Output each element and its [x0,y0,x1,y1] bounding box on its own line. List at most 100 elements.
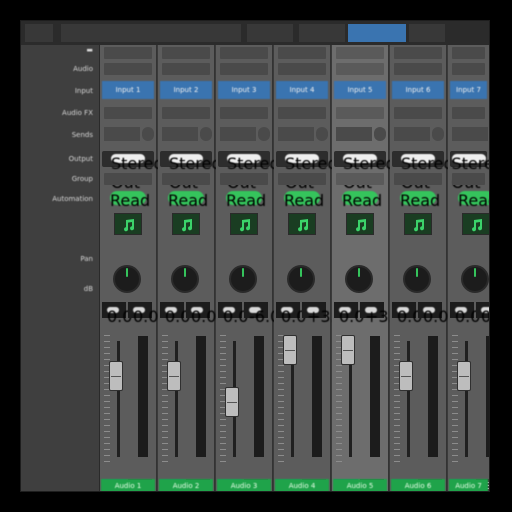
channel-strip[interactable]: Input 1Stereo OutRead0.00.0MSAudio 1 [100,45,163,491]
send-slot[interactable] [104,127,140,141]
send-knob[interactable] [258,127,270,141]
volume-fader[interactable] [399,360,413,391]
send-knob[interactable] [316,127,328,141]
send-slot[interactable] [278,127,314,141]
channel-strip[interactable]: Input 6Stereo OutRead0.00.0MSAudio 6 [390,45,453,491]
input-selector[interactable]: Input 3 [218,81,270,99]
instrument-button[interactable] [114,213,142,235]
automation-mode[interactable]: Read [400,191,440,210]
send-knob[interactable] [200,127,212,141]
audio-fx-slot[interactable] [162,107,210,119]
toolbar-button-selected[interactable] [348,24,406,42]
setting-slot[interactable] [394,47,442,59]
automation-mode[interactable]: Read [168,191,208,210]
toolbar-button[interactable] [247,24,293,42]
volume-fader[interactable] [109,360,123,391]
track-name[interactable]: Audio 1 [101,479,155,491]
output-selector[interactable]: Stereo Out [334,151,395,192]
group-slot[interactable] [162,173,210,185]
group-slot[interactable] [336,173,384,185]
audio-fx-slot[interactable] [452,107,485,119]
automation-mode[interactable]: Read [110,191,150,210]
channel-strip[interactable]: Input 7Stereo OutRead0.00.0MSAudio 7 [448,45,489,491]
track-name[interactable]: Audio 4 [275,479,329,491]
eq-slot[interactable] [278,63,326,75]
toolbar-button[interactable] [409,24,445,42]
pan-knob[interactable] [113,265,141,293]
input-selector[interactable]: Input 5 [334,81,386,99]
send-slot[interactable] [394,127,430,141]
automation-mode[interactable]: Read [284,191,324,210]
setting-slot[interactable] [162,47,210,59]
audio-fx-slot[interactable] [104,107,152,119]
instrument-button[interactable] [230,213,258,235]
track-name[interactable]: Audio 5 [333,479,387,491]
volume-fader[interactable] [167,360,181,391]
audio-fx-slot[interactable] [394,107,442,119]
input-selector[interactable]: Input 2 [160,81,212,99]
output-selector[interactable]: Stereo Out [218,151,279,192]
pan-knob[interactable] [287,265,315,293]
instrument-button[interactable] [346,213,374,235]
eq-slot[interactable] [220,63,268,75]
automation-mode[interactable]: Read [226,191,266,210]
input-selector[interactable]: Input 7 [450,81,487,99]
pan-knob[interactable] [461,265,489,293]
track-name[interactable]: Audio 6 [391,479,445,491]
setting-slot[interactable] [104,47,152,59]
audio-fx-slot[interactable] [336,107,384,119]
send-slot[interactable] [162,127,198,141]
output-selector[interactable]: Stereo Out [450,151,489,192]
group-slot[interactable] [278,173,326,185]
send-slot[interactable] [452,127,488,141]
group-slot[interactable] [394,173,442,185]
channel-strip[interactable]: Input 4Stereo OutRead0.0+3.0MSAudio 4 [274,45,346,491]
pan-knob[interactable] [171,265,199,293]
automation-mode[interactable]: Read [458,191,489,210]
send-knob[interactable] [374,127,386,141]
toolbar-button[interactable] [299,24,345,42]
volume-fader[interactable] [225,387,239,418]
pan-knob[interactable] [229,265,257,293]
eq-slot[interactable] [394,63,442,75]
input-selector[interactable]: Input 1 [102,81,154,99]
pan-knob[interactable] [345,265,373,293]
send-slot[interactable] [220,127,256,141]
eq-slot[interactable] [336,63,384,75]
output-selector[interactable]: Stereo Out [276,151,337,192]
send-knob[interactable] [432,127,444,141]
channel-strip[interactable]: Input 3Stereo OutRead0.0-6.0MSAudio 3 [216,45,280,491]
instrument-button[interactable] [404,213,432,235]
input-selector[interactable]: Input 6 [392,81,444,99]
eq-slot[interactable] [162,63,210,75]
instrument-button[interactable] [172,213,200,235]
track-name[interactable]: Audio 2 [159,479,213,491]
audio-fx-slot[interactable] [278,107,326,119]
instrument-button[interactable] [462,213,489,235]
group-slot[interactable] [104,173,152,185]
volume-fader[interactable] [457,360,471,391]
instrument-button[interactable] [288,213,316,235]
eq-slot[interactable] [452,63,485,75]
output-selector[interactable]: Stereo Out [392,151,453,192]
send-knob[interactable] [142,127,154,141]
setting-slot[interactable] [278,47,326,59]
automation-mode[interactable]: Read [342,191,382,210]
volume-fader[interactable] [341,335,355,365]
volume-fader[interactable] [283,335,297,365]
group-slot[interactable] [452,173,485,185]
channel-strip[interactable]: Input 2Stereo OutRead0.00.0MSAudio 2 [158,45,221,491]
eq-slot[interactable] [104,63,152,75]
output-selector[interactable]: Stereo Out [102,151,163,192]
channel-strip[interactable]: Input 5Stereo OutRead0.0+3.0MSAudio 5 [332,45,404,491]
track-name[interactable]: Audio 3 [217,479,271,491]
toolbar-button[interactable] [25,24,53,42]
track-name[interactable]: Audio 7 [449,479,488,491]
input-selector[interactable]: Input 4 [276,81,328,99]
group-slot[interactable] [220,173,268,185]
pan-knob[interactable] [403,265,431,293]
audio-fx-slot[interactable] [220,107,268,119]
send-slot[interactable] [336,127,372,141]
output-selector[interactable]: Stereo Out [160,151,221,192]
setting-slot[interactable] [452,47,485,59]
